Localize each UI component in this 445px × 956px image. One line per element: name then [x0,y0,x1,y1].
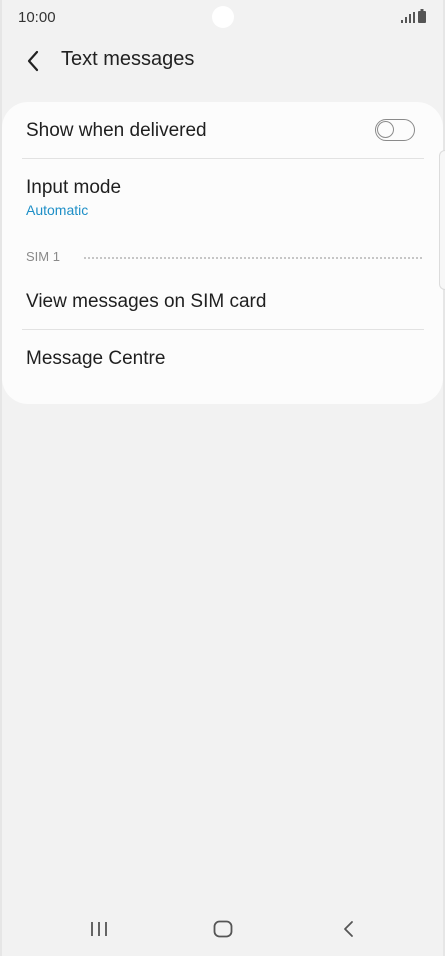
show-when-delivered-label: Show when delivered [26,120,207,141]
input-mode-value: Automatic [26,202,89,218]
toggle-knob [377,121,394,138]
signal-icon [401,12,415,23]
camera-cutout [212,6,234,28]
page-title: Text messages [61,48,195,70]
chevron-left-icon [27,50,39,72]
recent-apps-button[interactable] [79,914,119,944]
navigation-bar [0,900,445,956]
status-bar: 10:00 [0,0,445,34]
input-mode-label: Input mode [26,177,122,198]
recent-apps-icon [91,922,107,936]
message-centre-label: Message Centre [26,348,166,369]
back-nav-button[interactable] [328,914,368,944]
edge-panel-handle[interactable] [439,150,445,290]
view-messages-on-sim-row[interactable]: View messages on SIM card [2,274,443,330]
status-time: 10:00 [18,9,56,26]
input-mode-row[interactable]: Input mode Automatic [2,159,443,231]
show-when-delivered-toggle[interactable] [375,119,415,141]
view-messages-on-sim-label: View messages on SIM card [26,291,267,312]
home-icon [213,920,233,938]
home-button[interactable] [203,914,243,944]
section-divider [84,257,422,259]
message-centre-row[interactable]: Message Centre [2,330,443,386]
section-header-sim1: SIM 1 [26,249,60,264]
back-button[interactable] [16,44,50,78]
app-header: Text messages [0,34,445,86]
show-when-delivered-row[interactable]: Show when delivered [2,102,443,158]
settings-card: Show when delivered Input mode Automatic… [2,102,443,404]
back-icon [344,921,353,937]
battery-icon [418,9,426,23]
